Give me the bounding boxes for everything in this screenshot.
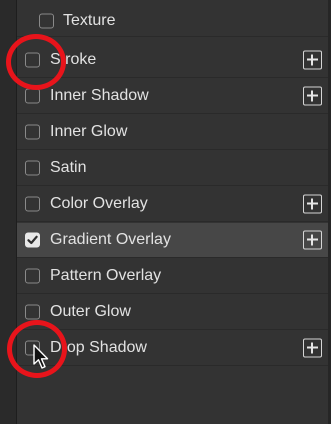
style-row-pattern-overlay[interactable]: Pattern Overlay: [17, 259, 328, 294]
satin-checkbox[interactable]: [25, 160, 40, 176]
add-gradient-overlay-plus-icon[interactable]: [303, 230, 322, 250]
style-label: Inner Shadow: [50, 87, 149, 104]
layer-style-panel: Texture Stroke Inner Shadow Inner Glow S…: [0, 0, 331, 424]
add-inner-shadow-plus-icon[interactable]: [303, 86, 322, 106]
inner-glow-checkbox[interactable]: [25, 124, 40, 140]
add-drop-shadow-plus-icon[interactable]: [303, 338, 322, 358]
style-row-color-overlay[interactable]: Color Overlay: [17, 187, 328, 222]
texture-checkbox[interactable]: [39, 13, 54, 29]
style-row-inner-shadow[interactable]: Inner Shadow: [17, 79, 328, 114]
style-label: Texture: [63, 12, 116, 29]
checkmark-icon: [27, 235, 38, 245]
arrow-cursor-icon: [33, 344, 49, 369]
style-label: Color Overlay: [50, 195, 148, 212]
style-row-gradient-overlay[interactable]: Gradient Overlay: [17, 223, 328, 258]
style-row-inner-glow[interactable]: Inner Glow: [17, 115, 328, 150]
annotation-circle-stroke: [6, 34, 66, 90]
style-row-texture[interactable]: Texture: [17, 6, 328, 37]
style-row-satin[interactable]: Satin: [17, 151, 328, 186]
style-label: Inner Glow: [50, 123, 128, 140]
gradient-overlay-checkbox[interactable]: [25, 232, 40, 248]
style-label: Outer Glow: [50, 303, 131, 320]
add-stroke-plus-icon[interactable]: [303, 50, 322, 70]
style-label: Gradient Overlay: [50, 231, 171, 248]
inner-shadow-checkbox[interactable]: [25, 88, 40, 104]
color-overlay-checkbox[interactable]: [25, 196, 40, 212]
style-label: Pattern Overlay: [50, 267, 162, 284]
style-label: Satin: [50, 159, 87, 176]
pattern-overlay-checkbox[interactable]: [25, 268, 40, 284]
add-color-overlay-plus-icon[interactable]: [303, 194, 322, 214]
outer-glow-checkbox[interactable]: [25, 304, 40, 320]
style-row-outer-glow[interactable]: Outer Glow: [17, 295, 328, 330]
